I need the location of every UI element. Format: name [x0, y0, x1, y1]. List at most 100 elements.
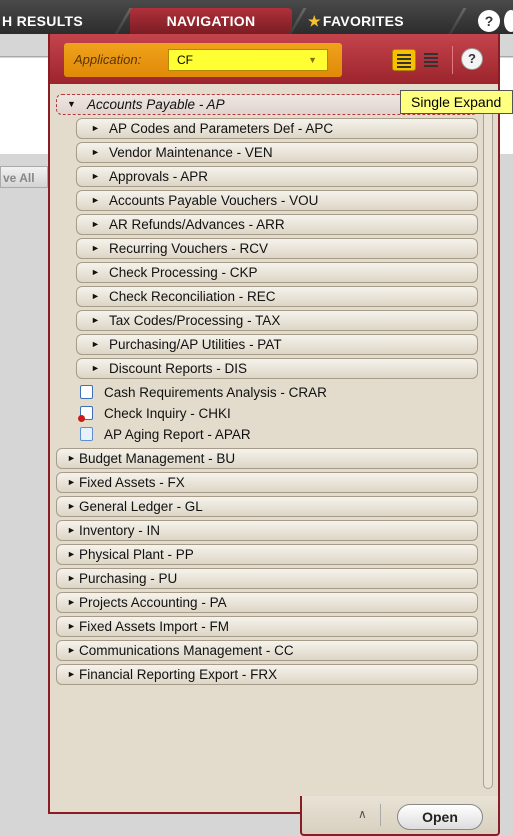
tab-favorites[interactable]: ★ FAVORITES: [298, 8, 464, 34]
global-help-icon-partial[interactable]: [504, 10, 513, 32]
collapsed-triangle-icon: ►: [91, 195, 100, 205]
tab-favorites-label: FAVORITES: [322, 13, 404, 29]
screen-item[interactable]: AP Aging Report - APAR: [76, 424, 478, 445]
module-label: Budget Management - BU: [79, 451, 236, 466]
submenu-label: Vendor Maintenance - VEN: [109, 145, 273, 160]
submenu-label: Check Processing - CKP: [109, 265, 258, 280]
list-outdent-icon: [424, 53, 438, 69]
report-document-icon: [80, 427, 93, 441]
tab-search-results[interactable]: H RESULTS: [0, 8, 122, 34]
module-label: Physical Plant - PP: [79, 547, 194, 562]
collapsed-triangle-icon: ►: [67, 549, 76, 559]
screen-label: AP Aging Report - APAR: [104, 427, 251, 442]
collapsed-triangle-icon: ►: [67, 525, 76, 535]
collapsed-triangle-icon: ►: [67, 453, 76, 463]
module-item[interactable]: ► Fixed Assets Import - FM: [56, 616, 478, 637]
submenu-label: Accounts Payable Vouchers - VOU: [109, 193, 319, 208]
module-item[interactable]: ► General Ledger - GL: [56, 496, 478, 517]
collapsed-triangle-icon: ►: [91, 315, 100, 325]
collapsed-triangle-icon: ►: [91, 291, 100, 301]
submenu-label: AR Refunds/Advances - ARR: [109, 217, 285, 232]
module-label: Fixed Assets Import - FM: [79, 619, 230, 634]
module-item[interactable]: ► Fixed Assets - FX: [56, 472, 478, 493]
screen-label: Cash Requirements Analysis - CRAR: [104, 385, 327, 400]
inquiry-screen-icon: [78, 406, 93, 422]
divider: [452, 46, 453, 74]
submenu-label: Tax Codes/Processing - TAX: [109, 313, 281, 328]
collapse-up-icon[interactable]: ∧: [358, 807, 367, 821]
submenu-item[interactable]: ► AR Refunds/Advances - ARR: [76, 214, 478, 235]
single-expand-tooltip: Single Expand: [400, 90, 513, 114]
collapsed-triangle-icon: ►: [91, 171, 100, 181]
submenu-label: Recurring Vouchers - RCV: [109, 241, 269, 256]
navigation-panel: Application: CF ▼ ? ▼ Accounts Payable -…: [48, 34, 500, 814]
screen-item[interactable]: Check Inquiry - CHKI: [76, 403, 478, 424]
collapsed-triangle-icon: ►: [67, 669, 76, 679]
module-item[interactable]: ► Inventory - IN: [56, 520, 478, 541]
screen-item[interactable]: Cash Requirements Analysis - CRAR: [76, 382, 478, 403]
submenu-item[interactable]: ► Check Processing - CKP: [76, 262, 478, 283]
tab-navigation[interactable]: NAVIGATION: [130, 8, 292, 34]
collapsed-triangle-icon: ►: [91, 219, 100, 229]
application-value: CF: [177, 53, 193, 67]
star-icon: ★: [308, 13, 321, 29]
save-all-button[interactable]: ve All: [0, 166, 48, 188]
application-selector: Application: CF ▼: [64, 43, 342, 77]
submenu-label: Discount Reports - DIS: [109, 361, 248, 376]
module-item[interactable]: ► Projects Accounting - PA: [56, 592, 478, 613]
expanded-triangle-icon: ▼: [67, 99, 76, 109]
collapsed-triangle-icon: ►: [67, 573, 76, 583]
submenu-item[interactable]: ► Accounts Payable Vouchers - VOU: [76, 190, 478, 211]
submenu-item[interactable]: ► Vendor Maintenance - VEN: [76, 142, 478, 163]
submenu-item[interactable]: ► Discount Reports - DIS: [76, 358, 478, 379]
submenu-label: Approvals - APR: [109, 169, 209, 184]
global-help-icon[interactable]: ?: [478, 10, 500, 32]
module-item[interactable]: ► Communications Management - CC: [56, 640, 478, 661]
application-dropdown[interactable]: CF ▼: [168, 49, 328, 71]
submenu-item[interactable]: ► Recurring Vouchers - RCV: [76, 238, 478, 259]
screen-label: Check Inquiry - CHKI: [104, 406, 231, 421]
submenu-item[interactable]: ► Check Reconciliation - REC: [76, 286, 478, 307]
collapsed-triangle-icon: ►: [67, 597, 76, 607]
submenu-label: Purchasing/AP Utilities - PAT: [109, 337, 282, 352]
module-label: Financial Reporting Export - FRX: [79, 667, 278, 682]
chevron-down-icon: ▼: [308, 55, 317, 65]
module-tree: ▼ Accounts Payable - AP ► AP Codes and Pa…: [56, 90, 478, 688]
submenu-item[interactable]: ► AP Codes and Parameters Def - APC: [76, 118, 478, 139]
collapsed-triangle-icon: ►: [91, 243, 100, 253]
collapsed-triangle-icon: ►: [91, 363, 100, 373]
open-button[interactable]: Open: [397, 804, 483, 830]
collapsed-triangle-icon: ►: [91, 267, 100, 277]
submenu-item[interactable]: ► Purchasing/AP Utilities - PAT: [76, 334, 478, 355]
collapsed-triangle-icon: ►: [67, 501, 76, 511]
module-label: Fixed Assets - FX: [79, 475, 185, 490]
submenu-item[interactable]: ► Tax Codes/Processing - TAX: [76, 310, 478, 331]
panel-header: Application: CF ▼ ?: [50, 34, 498, 84]
list-indent-icon: [397, 54, 411, 70]
module-label: General Ledger - GL: [79, 499, 203, 514]
screen-icon: [80, 385, 93, 399]
module-item[interactable]: ► Financial Reporting Export - FRX: [56, 664, 478, 685]
module-label: Communications Management - CC: [79, 643, 294, 658]
submenu-label: AP Codes and Parameters Def - APC: [109, 121, 334, 136]
submenu-label: Check Reconciliation - REC: [109, 289, 276, 304]
module-item[interactable]: ► Purchasing - PU: [56, 568, 478, 589]
submenu-item[interactable]: ► Approvals - APR: [76, 166, 478, 187]
collapsed-triangle-icon: ►: [67, 621, 76, 631]
collapsed-triangle-icon: ►: [67, 645, 76, 655]
module-item[interactable]: ► Physical Plant - PP: [56, 544, 478, 565]
single-expand-button[interactable]: [392, 49, 416, 71]
collapsed-triangle-icon: ►: [91, 339, 100, 349]
background-content: [0, 58, 48, 154]
panel-help-icon[interactable]: ?: [461, 48, 483, 70]
module-label: Projects Accounting - PA: [79, 595, 227, 610]
divider: [380, 804, 381, 826]
module-label: Inventory - IN: [79, 523, 161, 538]
tree-scrollbar[interactable]: [483, 94, 493, 789]
top-tab-bar: H RESULTS NAVIGATION ★ FAVORITES ?: [0, 0, 513, 34]
application-label: Application:: [74, 52, 142, 67]
collapsed-triangle-icon: ►: [67, 477, 76, 487]
multi-expand-button[interactable]: [420, 49, 444, 71]
module-item[interactable]: ► Budget Management - BU: [56, 448, 478, 469]
collapsed-triangle-icon: ►: [91, 123, 100, 133]
